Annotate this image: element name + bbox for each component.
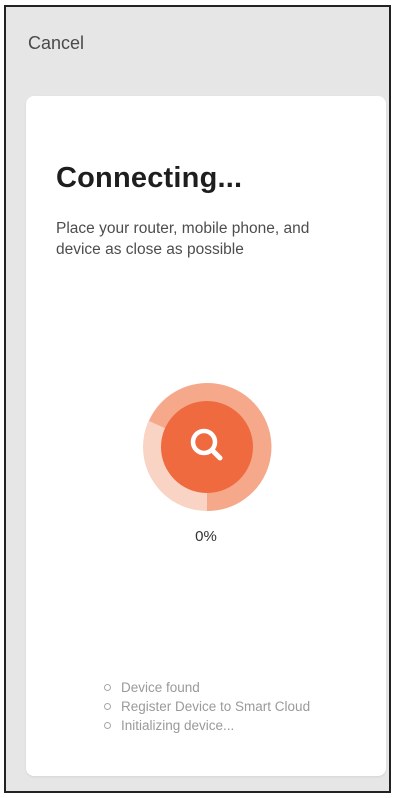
step-bullet-icon <box>104 703 111 710</box>
cancel-button[interactable]: Cancel <box>28 31 84 55</box>
spinner-core <box>161 401 253 493</box>
app-frame: Cancel Connecting... Place your router, … <box>4 5 391 793</box>
step-item: Initializing device... <box>104 716 310 735</box>
connection-progress-spinner <box>143 383 272 512</box>
page-title: Connecting... <box>56 162 243 194</box>
step-label: Initializing device... <box>121 718 235 733</box>
step-label: Register Device to Smart Cloud <box>121 699 311 714</box>
instruction-text: Place your router, mobile phone, and dev… <box>56 220 310 258</box>
step-bullet-icon <box>104 684 111 691</box>
step-bullet-icon <box>104 722 111 729</box>
step-label: Device found <box>121 680 200 695</box>
progress-percent: 0% <box>195 528 217 545</box>
step-item: Device found <box>104 678 310 697</box>
connection-steps-list: Device found Register Device to Smart Cl… <box>104 678 310 735</box>
step-item: Register Device to Smart Cloud <box>104 697 310 716</box>
connection-card: Connecting... Place your router, mobile … <box>26 96 386 776</box>
